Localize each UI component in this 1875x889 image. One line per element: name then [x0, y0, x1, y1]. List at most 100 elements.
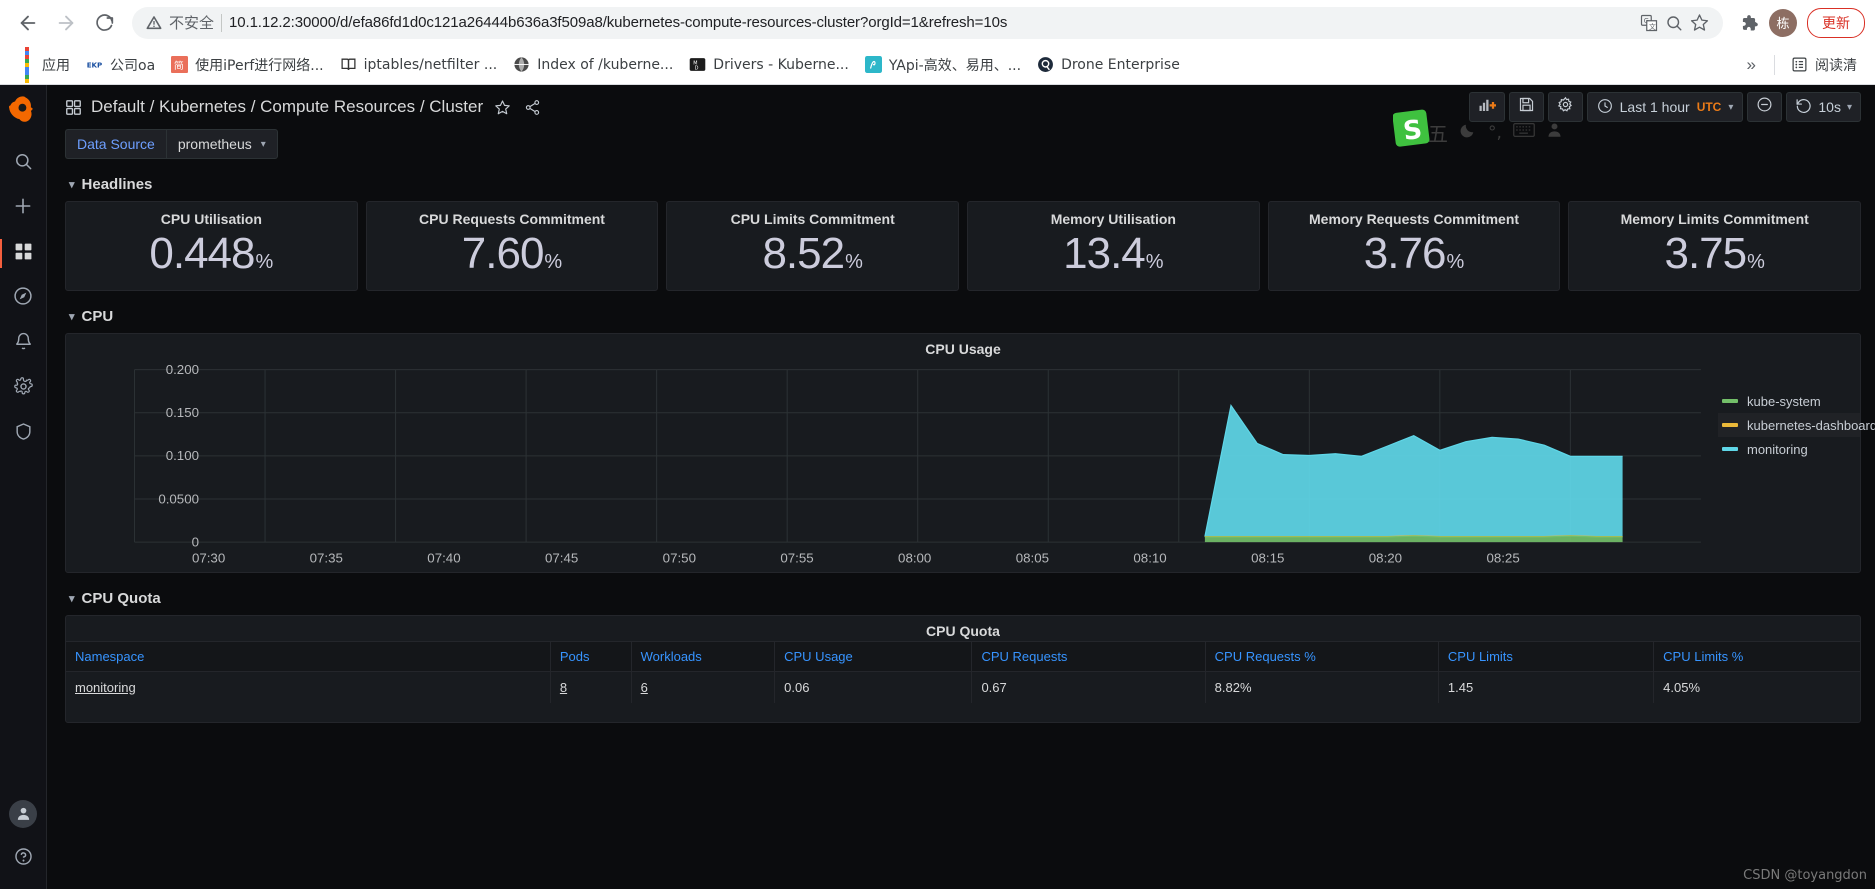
bookmark-star-icon[interactable] — [1690, 13, 1709, 32]
chart-legend: kube-system kubernetes-dashboard monitor… — [1708, 359, 1875, 572]
cell-cpu-limits: 1.45 — [1438, 671, 1655, 703]
stat-number: 13.4 — [1063, 229, 1146, 278]
stat-number: 3.76 — [1363, 229, 1447, 278]
dashboard-main: Default / Kubernetes / Compute Resources… — [47, 85, 1875, 889]
grafana-app: Default / Kubernetes / Compute Resources… — [0, 85, 1875, 889]
headlines-stats-row: CPU Utilisation 0.448 % CPU Requests Com… — [65, 201, 1862, 291]
svg-text:S: S — [1402, 115, 1424, 147]
ime-keyboard-icon[interactable] — [1513, 122, 1535, 144]
sidebar-item-explore[interactable] — [0, 276, 47, 321]
back-button[interactable] — [10, 5, 46, 41]
panel-cpu-usage[interactable]: CPU Usage 0 0.0500 0.100 0.150 0.200 07:30 07:… — [65, 333, 1875, 573]
sidebar-item-user-profile[interactable] — [0, 791, 47, 836]
cell-cpu-limits-pct: 4.05% — [1653, 671, 1860, 703]
stat-panel-cpu-utilisation[interactable]: CPU Utilisation 0.448 % — [65, 201, 358, 291]
stat-number: 0.448 — [149, 229, 255, 278]
cell-workloads[interactable]: 6 — [631, 671, 776, 703]
col-namespace[interactable]: Namespace — [66, 641, 551, 672]
ime-user-icon[interactable] — [1546, 121, 1563, 145]
table-header-row: Namespace Pods Workloads CPU Usage CPU R… — [66, 641, 1860, 672]
reading-list-label: 阅读清 — [1815, 57, 1857, 74]
update-button[interactable]: 更新 — [1807, 7, 1865, 38]
grafana-logo-icon[interactable] — [8, 93, 38, 127]
forward-button[interactable] — [48, 5, 84, 41]
sidebar-item-server-admin[interactable] — [0, 411, 47, 456]
search-page-icon[interactable] — [1665, 14, 1683, 32]
legend-item[interactable]: monitoring — [1718, 437, 1860, 461]
stat-panel-memory-utilisation[interactable]: Memory Utilisation 13.4 % — [967, 201, 1260, 291]
url-text[interactable]: 10.1.12.2:30000/d/efa86fd1d0c121a26444b6… — [229, 14, 1633, 31]
time-range-picker[interactable]: Last 1 hour UTC ▾ — [1586, 92, 1744, 122]
legend-item[interactable]: kube-system — [1718, 389, 1860, 413]
bookmark-yapi[interactable]: YApi-高效、易用、... — [857, 51, 1029, 79]
col-cpu-limits-pct[interactable]: CPU Limits % — [1653, 641, 1860, 672]
sidebar-item-search[interactable] — [0, 141, 47, 186]
col-cpu-requests-pct[interactable]: CPU Requests % — [1205, 641, 1439, 672]
graph-area: 0 0.0500 0.100 0.150 0.200 07:30 07:35 07:40 07:… — [66, 359, 1875, 572]
stat-panel-cpu-limits-commitment[interactable]: CPU Limits Commitment 8.52 % — [666, 201, 960, 291]
reload-button[interactable] — [86, 5, 122, 41]
breadcrumb: Default / Kubernetes / Compute Resources… — [65, 97, 543, 118]
bookmark-company-oa[interactable]: EKP 公司oa — [78, 51, 163, 79]
row-title: CPU — [81, 308, 114, 325]
ime-chinese-mode-icon[interactable]: 五 — [1428, 118, 1448, 147]
cell-pods[interactable]: 8 — [550, 671, 632, 703]
bookmark-apps[interactable]: 应用 — [10, 46, 78, 83]
cell-namespace[interactable]: monitoring — [66, 671, 551, 703]
legend-color-swatch — [1722, 447, 1738, 451]
bookmarks-overflow-button[interactable]: » — [1737, 55, 1766, 75]
svg-text:07:30: 07:30 — [192, 550, 225, 565]
ime-moon-icon[interactable] — [1459, 121, 1477, 145]
sidebar-item-configuration[interactable] — [0, 366, 47, 411]
sidebar-item-alerting[interactable] — [0, 321, 47, 366]
stat-panel-memory-limits-commitment[interactable]: Memory Limits Commitment 3.75 % — [1568, 201, 1862, 291]
col-workloads[interactable]: Workloads — [631, 641, 776, 672]
stat-value-group: 3.76 % — [1364, 232, 1464, 276]
zoom-out-time-button[interactable] — [1747, 92, 1783, 122]
profile-avatar[interactable]: 栋 — [1769, 8, 1797, 37]
ime-toolbar: 五 °, — [1428, 118, 1563, 147]
sidebar-item-dashboards[interactable] — [0, 231, 47, 276]
cell-cpu-usage: 0.06 — [774, 671, 973, 703]
bookmark-label: 应用 — [42, 57, 70, 74]
sidebar-item-help[interactable] — [0, 836, 47, 881]
bookmark-index-kubernetes[interactable]: Index of /kuberne... — [505, 52, 681, 77]
col-pods[interactable]: Pods — [550, 641, 632, 672]
panel-cpu-quota[interactable]: CPU Quota Namespace Pods Workloads CPU U… — [65, 615, 1861, 723]
sidebar-item-create[interactable] — [0, 186, 47, 231]
datasource-variable-select[interactable]: prometheus ▾ — [165, 129, 278, 159]
datasource-variable-value: prometheus — [177, 136, 252, 152]
bookmark-drivers-kubernetes[interactable]: MD Drivers - Kuberne... — [681, 52, 857, 77]
translate-icon[interactable]: G文 — [1640, 14, 1658, 32]
breadcrumb-text[interactable]: Default / Kubernetes / Compute Resources… — [91, 97, 483, 117]
row-header-cpu[interactable]: ▾ CPU — [65, 305, 1861, 333]
reading-list-button[interactable]: 阅读清 — [1783, 51, 1865, 79]
cpu-usage-chart-labels: 0 0.0500 0.100 0.150 0.200 07:30 07:35 07:40 07:… — [158, 362, 1519, 566]
extensions-puzzle-icon[interactable] — [1733, 7, 1765, 39]
bookmark-drone-enterprise[interactable]: Drone Enterprise — [1029, 52, 1188, 77]
sogou-ime-logo-icon[interactable]: S — [1392, 109, 1431, 149]
col-cpu-usage[interactable]: CPU Usage — [774, 641, 973, 672]
bookmark-iptables[interactable]: iptables/netfilter ... — [332, 52, 506, 77]
sidebar — [0, 85, 47, 889]
table-row[interactable]: monitoring 8 6 0.06 0.67 8.82% 1.45 4.05… — [66, 671, 1860, 703]
zoom-out-icon — [1756, 96, 1773, 118]
refresh-picker[interactable]: 10s ▾ — [1786, 92, 1861, 122]
col-cpu-requests[interactable]: CPU Requests — [971, 641, 1206, 672]
chevron-down-icon: ▾ — [69, 593, 75, 605]
bookmark-iperf[interactable]: 简 使用iPerf进行网络... — [163, 51, 331, 79]
panel-title: Memory Requests Commitment — [1309, 211, 1520, 227]
star-outline-icon[interactable] — [492, 97, 513, 118]
address-bar[interactable]: 不安全 10.1.12.2:30000/d/efa86fd1d0c121a264… — [132, 6, 1723, 39]
legend-item[interactable]: kubernetes-dashboard — [1718, 413, 1875, 437]
col-cpu-limits[interactable]: CPU Limits — [1438, 641, 1655, 672]
security-label: 不安全 — [169, 14, 215, 32]
stat-panel-cpu-requests-commitment[interactable]: CPU Requests Commitment 7.60 % — [365, 201, 659, 291]
plot-area[interactable]: 0 0.0500 0.100 0.150 0.200 07:30 07:35 07:40 07:… — [66, 359, 1708, 572]
chrome-toolbar-actions: 栋 更新 — [1733, 7, 1865, 39]
stat-panel-memory-requests-commitment[interactable]: Memory Requests Commitment 3.76 % — [1267, 201, 1561, 291]
row-header-cpu-quota[interactable]: ▾ CPU Quota — [65, 587, 1861, 615]
share-nodes-icon[interactable] — [522, 97, 543, 118]
ime-punctuation-icon[interactable]: °, — [1488, 123, 1502, 143]
row-header-headlines[interactable]: ▾ Headlines — [65, 173, 1861, 201]
